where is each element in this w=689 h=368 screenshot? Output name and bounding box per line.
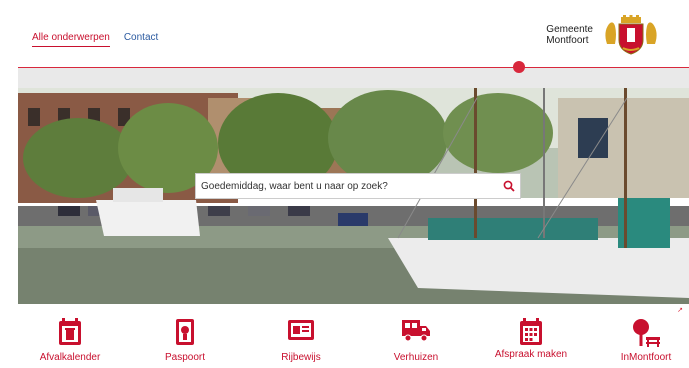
tile-verhuizen[interactable]: Verhuizen — [366, 318, 466, 363]
id-card-icon — [288, 320, 314, 340]
quick-links: Afvalkalender Paspoort Rijbewijs Verhuiz… — [0, 318, 689, 368]
tile-label: Rijbewijs — [281, 352, 321, 363]
search-icon[interactable] — [498, 175, 520, 197]
top-nav: Alle onderwerpen Contact — [32, 32, 158, 47]
tile-label: Afvalkalender — [39, 352, 101, 363]
tile-label: Afspraak maken — [494, 349, 568, 360]
passport-icon — [176, 319, 194, 345]
logo-line-2: Montfoort — [546, 35, 589, 46]
nav-link-alle-onderwerpen[interactable]: Alle onderwerpen — [32, 32, 110, 47]
tile-label: Paspoort — [164, 352, 206, 363]
tile-inmontfoort[interactable]: InMontfoort — [596, 318, 689, 363]
municipality-logo[interactable]: Gemeente Montfoort — [546, 14, 661, 56]
logo-text: Gemeente Montfoort — [546, 24, 593, 46]
moving-truck-icon — [402, 320, 430, 342]
coat-of-arms-icon — [605, 15, 657, 55]
tile-paspoort[interactable]: Paspoort — [135, 318, 235, 363]
search-box — [195, 173, 521, 199]
search-input[interactable] — [196, 180, 498, 192]
calendar-grid-icon — [520, 318, 542, 345]
calendar-trash-icon — [59, 318, 81, 345]
tree-bench-icon — [633, 319, 660, 347]
tile-afvalkalender[interactable]: Afvalkalender — [20, 318, 120, 363]
tile-label: Verhuizen — [393, 352, 439, 363]
tile-label: InMontfoort — [620, 352, 672, 363]
logo-line-1: Gemeente — [546, 24, 593, 35]
rail-dot — [513, 61, 525, 73]
tile-rijbewijs[interactable]: Rijbewijs — [251, 318, 351, 363]
header-rail — [18, 67, 689, 89]
external-link-icon[interactable]: ↗ — [677, 306, 683, 314]
tile-afspraak-maken[interactable]: Afspraak maken — [481, 318, 581, 360]
nav-link-contact[interactable]: Contact — [124, 32, 158, 47]
